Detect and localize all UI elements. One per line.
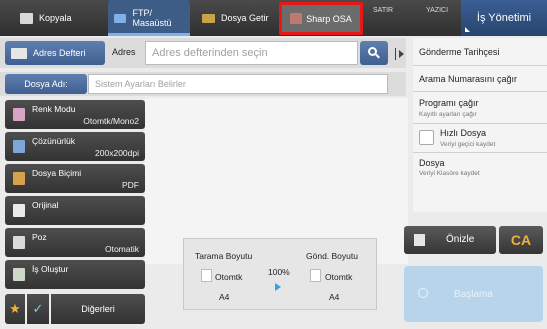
scan-size-panel[interactable]: Tarama Boyutu Gönd. Boyutu Otomtk Otomtk…	[183, 238, 377, 310]
preview-button[interactable]: Önizle	[404, 226, 496, 254]
exposure-icon	[13, 236, 25, 249]
others-button[interactable]: Diğerleri	[51, 294, 145, 324]
color-mode-icon	[13, 108, 25, 121]
recall-number-label: Arama Numarasını çağır	[419, 74, 518, 84]
setting-value: 200x200dpi	[95, 148, 139, 158]
original-icon	[13, 204, 25, 217]
file-name-button[interactable]: Dosya Adı:	[5, 74, 87, 94]
setting-original[interactable]: Orijinal	[5, 196, 145, 225]
preview-icon	[414, 234, 425, 246]
setting-name: Dosya Biçimi	[32, 168, 82, 178]
copy-icon	[20, 12, 33, 24]
file-label: Dosya	[419, 158, 445, 168]
scan-size-title: Tarama Boyutu	[195, 251, 253, 261]
printer-status: YAZICI	[426, 6, 449, 14]
file-format-icon	[13, 172, 25, 185]
setting-name: Orijinal	[32, 200, 59, 210]
search-icon	[368, 47, 380, 59]
collapse-bar	[395, 48, 396, 60]
address-label: Adres	[112, 47, 136, 57]
clear-all-label: CA	[510, 232, 532, 248]
recall-program-label: Programı çağır	[419, 98, 479, 108]
line-status: SATIR	[373, 6, 394, 14]
job-build-icon	[13, 268, 25, 281]
resolution-icon	[13, 140, 25, 153]
tab-ftp-label-line2: Masaüstü	[132, 18, 172, 28]
address-book-icon	[11, 47, 27, 59]
setting-value: Otomatik	[104, 244, 139, 254]
setting-name: Renk Modu	[32, 104, 76, 114]
recall-program-sub: Kayıtlı ayarları çağır	[419, 111, 477, 118]
setting-color-mode[interactable]: Renk Modu Otomtk/Mono2	[5, 100, 145, 129]
folder-icon	[202, 13, 215, 23]
send-size-title: Gönd. Boyutu	[306, 251, 358, 261]
paper-icon	[201, 269, 212, 282]
file-sub: Veriyi Klasöre kaydet	[419, 170, 480, 177]
quick-file-item[interactable]: Hızlı Dosya Veriyi geçici kaydet	[413, 124, 547, 153]
setting-value: Otomtk/Mono2	[83, 116, 139, 126]
address-book-button[interactable]: Adres Defteri	[5, 41, 105, 65]
job-status-label: İş Yönetimi	[476, 12, 532, 24]
setting-name: Poz	[32, 232, 47, 242]
tab-sharp-osa[interactable]: Sharp OSA	[279, 2, 363, 35]
job-status-button[interactable]: İş Yönetimi	[461, 0, 547, 36]
file-name-row: Dosya Adı: Sistem Ayarları Belirler	[0, 72, 406, 96]
tab-copy-label: Kopyala	[39, 13, 72, 23]
address-row: Adres Defteri Adres Adres defterinden se…	[0, 38, 406, 68]
tab-retrieve-file[interactable]: Dosya Getir	[202, 2, 269, 34]
tab-ftp-label-line1: FTP/	[132, 8, 152, 18]
corner-triangle-icon	[465, 27, 470, 32]
quick-file-checkbox[interactable]	[419, 130, 434, 145]
osa-icon	[290, 13, 303, 24]
file-item[interactable]: Dosya Veriyi Klasöre kaydet	[413, 153, 547, 183]
scan-size-auto: Otomtk	[215, 272, 243, 282]
start-icon	[418, 288, 428, 298]
quick-file-sub: Veriyi geçici kaydet	[440, 141, 496, 148]
scan-screen: Kopyala FTP/ Masaüstü Dosya Getir Sharp …	[0, 0, 547, 329]
start-button[interactable]: Başlama	[404, 266, 543, 322]
setting-exposure[interactable]: Poz Otomatik	[5, 228, 145, 257]
tab-copy[interactable]: Kopyala	[20, 2, 72, 34]
check-icon: ✓	[32, 301, 44, 316]
star-icon: ★	[9, 301, 21, 316]
send-size-auto: Otomtk	[325, 272, 353, 282]
quick-file-label: Hızlı Dosya	[440, 128, 487, 138]
setting-job-build[interactable]: İş Oluştur	[5, 260, 145, 289]
setting-value: PDF	[122, 180, 139, 190]
setting-name: Çözünürlük	[32, 136, 75, 146]
collapse-arrow-icon[interactable]	[399, 50, 404, 58]
send-history-item[interactable]: Gönderme Tarihçesi	[413, 38, 547, 66]
clear-all-button[interactable]: CA	[499, 226, 543, 254]
recall-program-item[interactable]: Programı çağır Kayıtlı ayarları çağır	[413, 92, 547, 124]
paper-icon	[310, 269, 321, 282]
preview-label: Önizle	[446, 234, 475, 245]
send-history-label: Gönderme Tarihçesi	[419, 47, 500, 57]
start-label: Başlama	[454, 288, 493, 300]
address-input[interactable]: Adres defterinden seçin	[145, 41, 358, 65]
send-paper-size: A4	[329, 292, 340, 302]
search-button[interactable]	[360, 41, 388, 65]
others-label: Diğerleri	[81, 304, 115, 314]
active-tab-indicator	[108, 33, 190, 36]
setting-resolution[interactable]: Çözünürlük 200x200dpi	[5, 132, 145, 161]
favorite-button[interactable]: ★	[5, 294, 25, 324]
arrow-right-icon	[275, 283, 281, 291]
scan-paper-size: A4	[219, 292, 230, 302]
recall-number-item[interactable]: Arama Numarasını çağır	[413, 66, 547, 92]
ratio-value: 100%	[268, 267, 290, 277]
tab-retrieve-file-label: Dosya Getir	[221, 13, 269, 23]
setting-name: İş Oluştur	[32, 264, 69, 274]
setting-file-format[interactable]: Dosya Biçimi PDF	[5, 164, 145, 193]
tab-ftp-desktop[interactable]: FTP/ Masaüstü	[108, 0, 190, 36]
address-book-label: Adres Defteri	[33, 48, 86, 58]
tab-sharp-osa-label: Sharp OSA	[306, 13, 352, 24]
ftp-icon	[114, 13, 127, 23]
file-name-input[interactable]: Sistem Ayarları Belirler	[88, 74, 388, 94]
check-button[interactable]: ✓	[27, 294, 49, 324]
bottom-bar: ★ ✓ Diğerleri	[5, 294, 145, 324]
